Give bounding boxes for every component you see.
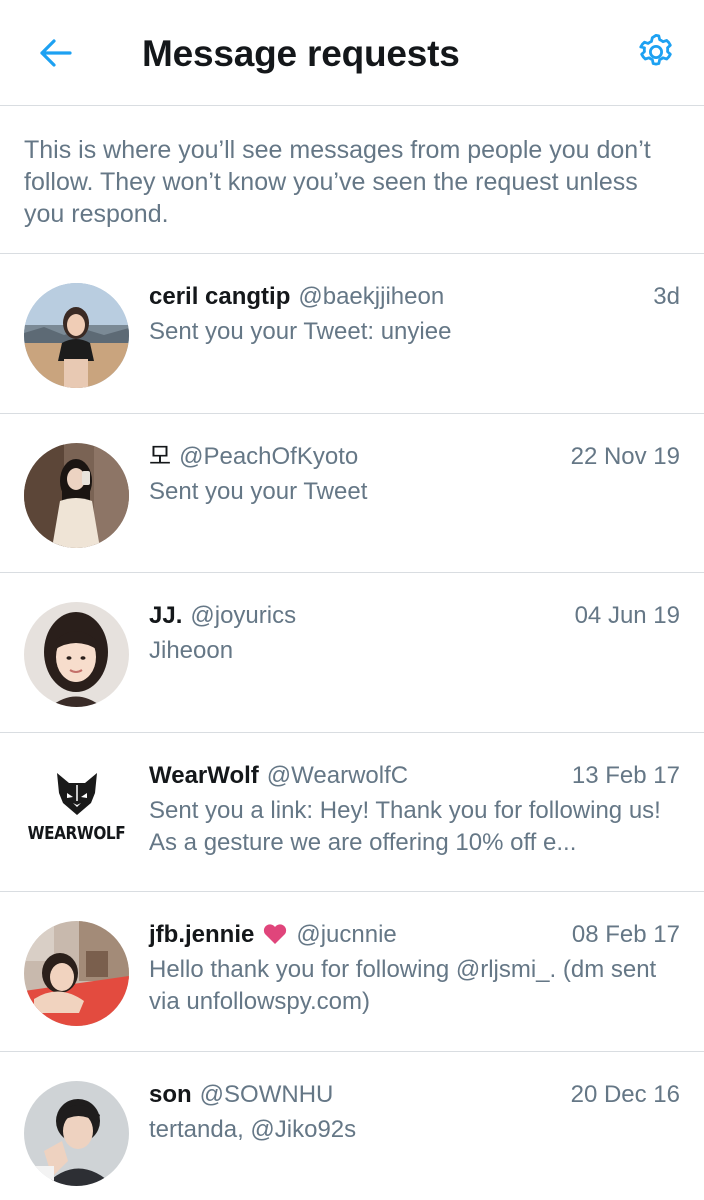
message-preview: Hello thank you for following @rljsmi_. … [149,956,657,1015]
timestamp: 20 Dec 16 [570,1080,680,1108]
timestamp: 3d [653,283,680,310]
timestamp: 13 Feb 17 [571,761,680,789]
avatar[interactable] [24,283,129,388]
display-name: 모 [149,442,172,470]
list-item[interactable]: son @SOWNHU 20 Dec 16 tertanda, @Jiko92s [0,1052,704,1200]
request-content: 모 @PeachOfKyoto 22 Nov 19 Sent you your … [149,440,680,508]
display-name: JJ. [149,602,183,629]
list-item[interactable]: WEARWOLF WearWolf @WearwolfC 13 Feb 17 S… [0,733,704,892]
request-content: JJ. @joyurics 04 Jun 19 Jiheoon [149,599,680,667]
arrow-left-icon [40,39,72,67]
request-content: WearWolf @WearwolfC 13 Feb 17 Sent you a… [149,759,680,859]
name-line: 모 @PeachOfKyoto 22 Nov 19 [149,440,680,474]
user-handle: @SOWNHU [199,1080,334,1108]
user-handle: @WearwolfC [266,761,409,789]
name-line: JJ. @joyurics 04 Jun 19 [149,599,680,633]
name-line: son @SOWNHU 20 Dec 16 [149,1078,680,1112]
request-list: ceril cangtip @baekjjiheon 3d Sent you y… [0,254,704,1200]
user-handle: @jucnnie [296,921,397,948]
message-requests-screen: Message requests This is where you’ll se… [0,0,704,1200]
user-handle: @PeachOfKyoto [179,442,359,470]
avatar[interactable] [24,602,129,707]
list-item[interactable]: ceril cangtip @baekjjiheon 3d Sent you y… [0,254,704,414]
avatar[interactable] [24,1080,129,1186]
description-section: This is where you’ll see messages from p… [0,106,704,254]
avatar[interactable] [24,921,129,1026]
pink-heart-icon [262,921,288,955]
request-content: ceril cangtip @baekjjiheon 3d Sent you y… [149,280,680,348]
avatar[interactable]: WEARWOLF [24,771,129,861]
message-preview: Jiheoon [149,637,234,664]
logo-text: WEARWOLF [27,822,126,844]
list-item[interactable]: JJ. @joyurics 04 Jun 19 Jiheoon [0,573,704,733]
display-name: ceril cangtip [149,283,291,310]
message-preview: Sent you a link: Hey! Thank you for foll… [149,796,661,856]
back-button[interactable] [30,28,80,78]
timestamp: 04 Jun 19 [574,602,680,629]
top-app-bar: Message requests [0,0,704,106]
name-line: WearWolf @WearwolfC 13 Feb 17 [149,759,680,793]
avatar[interactable] [24,442,129,548]
display-name: son [149,1080,192,1108]
message-preview: Sent you your Tweet: unyiee [149,318,452,345]
request-content: jfb.jennie @jucnnie 08 Feb 17 Hello than… [149,918,680,1018]
timestamp: 22 Nov 19 [570,442,680,470]
user-handle: @baekjjiheon [298,283,445,310]
gear-icon [639,33,672,66]
user-handle: @joyurics [190,602,297,629]
display-name: WearWolf [149,761,259,789]
description-text: This is where you’ll see messages from p… [24,136,651,228]
request-content: son @SOWNHU 20 Dec 16 tertanda, @Jiko92s [149,1078,680,1146]
message-preview: tertanda, @Jiko92s [149,1115,357,1143]
list-item[interactable]: jfb.jennie @jucnnie 08 Feb 17 Hello than… [0,892,704,1052]
settings-button[interactable] [630,26,682,78]
name-line: jfb.jennie @jucnnie 08 Feb 17 [149,918,680,952]
timestamp: 08 Feb 17 [571,921,680,948]
list-item[interactable]: 모 @PeachOfKyoto 22 Nov 19 Sent you your … [0,414,704,573]
name-line: ceril cangtip @baekjjiheon 3d [149,280,680,314]
wolf-logo-icon [56,772,97,815]
display-name: jfb.jennie [149,921,255,948]
page-title: Message requests [142,33,460,74]
message-preview: Sent you your Tweet [149,477,368,505]
